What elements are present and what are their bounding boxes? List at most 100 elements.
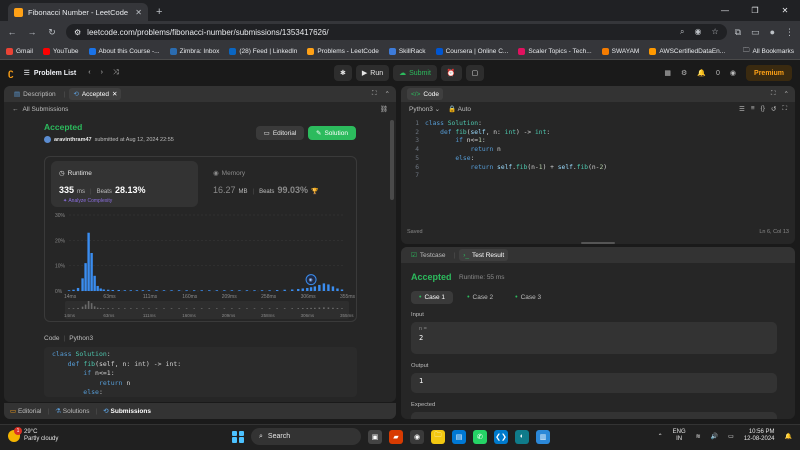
notes-button[interactable]: ▢ bbox=[465, 65, 485, 81]
hide-icon[interactable]: ◉ bbox=[694, 27, 701, 37]
case-tab[interactable]: • Case 1 bbox=[411, 291, 454, 304]
reload-icon[interactable]: ↻ bbox=[46, 27, 58, 38]
notifications-icon[interactable]: 🔔 bbox=[697, 69, 706, 77]
site-info-icon[interactable]: ⚙ bbox=[74, 28, 81, 37]
chart-bar[interactable] bbox=[309, 287, 313, 291]
collapse-panel-icon[interactable]: ⌃ bbox=[784, 90, 789, 98]
language-select[interactable]: Python3 ⌄ bbox=[409, 105, 440, 113]
memory-card[interactable]: ◉ Memory 16.27 MB | Beats 99.03% 🏆 bbox=[205, 161, 352, 207]
run-button[interactable]: ▶ Run bbox=[355, 65, 390, 81]
app-red-icon[interactable]: ▰ bbox=[389, 429, 403, 444]
bookmark-item[interactable]: (28) Feed | LinkedIn bbox=[229, 47, 297, 55]
clock[interactable]: 10:56 PM 12-08-2024 bbox=[744, 429, 775, 443]
case-tab[interactable]: • Case 2 bbox=[459, 291, 501, 304]
chart-bar[interactable] bbox=[135, 290, 139, 291]
vscode-icon[interactable]: ❮❯ bbox=[494, 429, 508, 444]
tab-code[interactable]: </> Code bbox=[407, 88, 443, 100]
premium-button[interactable]: Premium bbox=[746, 65, 792, 81]
maximize-panel-icon[interactable]: ⛶ bbox=[771, 90, 776, 98]
avatar[interactable] bbox=[44, 136, 51, 143]
chart-bar[interactable] bbox=[275, 289, 279, 291]
bookmark-star-icon[interactable]: ☆ bbox=[711, 27, 718, 37]
chart-bar[interactable] bbox=[162, 290, 166, 291]
chart-bar[interactable] bbox=[170, 290, 173, 291]
braces-icon[interactable]: {} bbox=[761, 105, 765, 113]
browser-tab[interactable]: Fibonacci Number - LeetCode ✕ bbox=[8, 3, 148, 21]
avatar[interactable]: ◉ bbox=[730, 69, 736, 77]
chart-bar[interactable] bbox=[230, 290, 234, 291]
tab-editorial[interactable]: ▭ Editorial bbox=[10, 407, 41, 415]
chart-bar[interactable] bbox=[87, 232, 90, 291]
back-icon[interactable]: ← bbox=[6, 27, 18, 37]
weather-widget[interactable]: 1 29°C Partly cloudy bbox=[8, 427, 58, 443]
chart-bar[interactable] bbox=[76, 287, 80, 291]
shuffle-icon[interactable]: ⤨ bbox=[113, 69, 119, 77]
submit-button[interactable]: ☁ Submit bbox=[393, 65, 437, 81]
resize-handle[interactable] bbox=[581, 242, 615, 244]
chart-bar[interactable] bbox=[318, 284, 321, 291]
code-editor[interactable]: 1 class Solution: 2 def fib(self, n: int) … bbox=[401, 116, 795, 228]
timer-button[interactable]: ⏰ bbox=[440, 65, 462, 81]
bookmark-item[interactable]: Problems - LeetCode bbox=[307, 47, 379, 55]
chart-bar[interactable] bbox=[147, 290, 151, 291]
bookmark-item[interactable]: AWSCertifiedDataEn... bbox=[649, 47, 725, 55]
notification-center-icon[interactable]: 🔔 bbox=[785, 433, 792, 440]
bookmark-icon[interactable]: ☰ bbox=[739, 105, 745, 113]
windows-start-icon[interactable] bbox=[232, 430, 244, 443]
minimize-icon[interactable]: — bbox=[710, 0, 740, 21]
tab-test-result[interactable]: ›_ Test Result bbox=[459, 249, 509, 261]
chart-bar[interactable] bbox=[96, 285, 99, 291]
settings-icon[interactable]: ⚙ bbox=[681, 69, 687, 77]
solution-button[interactable]: ✎ Solution bbox=[308, 126, 356, 140]
chart-bar[interactable] bbox=[306, 287, 309, 291]
tab-submissions[interactable]: ⟲ Submissions bbox=[103, 407, 151, 415]
debug-button[interactable]: ✱ bbox=[334, 65, 352, 81]
tab-solutions[interactable]: ⚗ Solutions bbox=[55, 407, 89, 415]
auto-toggle[interactable]: 🔒 Auto bbox=[448, 105, 471, 113]
wifi-icon[interactable]: ≋ bbox=[696, 433, 701, 440]
chart-bar[interactable] bbox=[99, 288, 102, 291]
chart-bar[interactable] bbox=[260, 290, 264, 291]
whatsapp-icon[interactable]: ✆ bbox=[473, 429, 487, 444]
bookmark-item[interactable]: About this Course -... bbox=[88, 47, 160, 55]
next-problem-icon[interactable]: › bbox=[101, 69, 103, 77]
sidebar-icon[interactable]: ▭ bbox=[751, 27, 760, 38]
chart-bar[interactable] bbox=[177, 290, 181, 291]
bookmark-item[interactable]: Scaler Topics - Tech... bbox=[518, 47, 592, 55]
prev-problem-icon[interactable]: ‹ bbox=[88, 69, 90, 77]
all-submissions-link[interactable]: ← All Submissions ⛓ bbox=[4, 102, 396, 116]
forward-icon[interactable]: → bbox=[26, 27, 38, 37]
layout-icon[interactable]: ▦ bbox=[664, 69, 671, 77]
chart-bar[interactable] bbox=[327, 284, 330, 291]
format-icon[interactable]: ≡ bbox=[751, 105, 755, 113]
all-bookmarks[interactable]: 🗀 All Bookmarks bbox=[743, 46, 794, 57]
username[interactable]: aravinthram47 bbox=[54, 137, 92, 143]
leetcode-logo-icon[interactable]: ʗ bbox=[8, 68, 14, 79]
chart-bar[interactable] bbox=[238, 290, 241, 291]
chart-bar[interactable] bbox=[185, 290, 188, 291]
chart-bar[interactable] bbox=[192, 290, 196, 291]
chart-bar[interactable] bbox=[90, 253, 93, 291]
chart-bar[interactable] bbox=[336, 288, 339, 291]
chart-bar[interactable] bbox=[215, 290, 219, 291]
app-blue-icon[interactable]: ▥ bbox=[536, 429, 550, 444]
close-window-icon[interactable]: ✕ bbox=[770, 0, 800, 21]
chart-bar[interactable] bbox=[245, 290, 249, 291]
chart-bar[interactable] bbox=[340, 289, 344, 291]
tab-testcase[interactable]: ☑ Testcase bbox=[407, 249, 449, 261]
analyze-complexity-link[interactable]: ✦ Analyze Complexity bbox=[63, 198, 112, 204]
chart-bar[interactable] bbox=[84, 263, 87, 291]
chart-bar[interactable] bbox=[117, 289, 120, 291]
language-indicator[interactable]: ENG IN bbox=[673, 429, 686, 443]
expand-icon[interactable]: ⛶ bbox=[782, 105, 787, 113]
store-icon[interactable]: ▤ bbox=[452, 429, 466, 444]
chart-bar[interactable] bbox=[208, 290, 211, 291]
chart-bar[interactable] bbox=[67, 290, 71, 291]
problem-list-link[interactable]: ☰ Problem List bbox=[24, 69, 77, 78]
extensions-icon[interactable]: ⧉ bbox=[735, 27, 741, 38]
maximize-panel-icon[interactable]: ⛶ bbox=[372, 90, 377, 98]
bookmark-item[interactable]: SkillRack bbox=[388, 47, 426, 55]
chart-bar[interactable] bbox=[301, 288, 304, 291]
zoom-icon[interactable]: ⌕ bbox=[680, 27, 684, 37]
chart-bar[interactable] bbox=[313, 286, 317, 291]
